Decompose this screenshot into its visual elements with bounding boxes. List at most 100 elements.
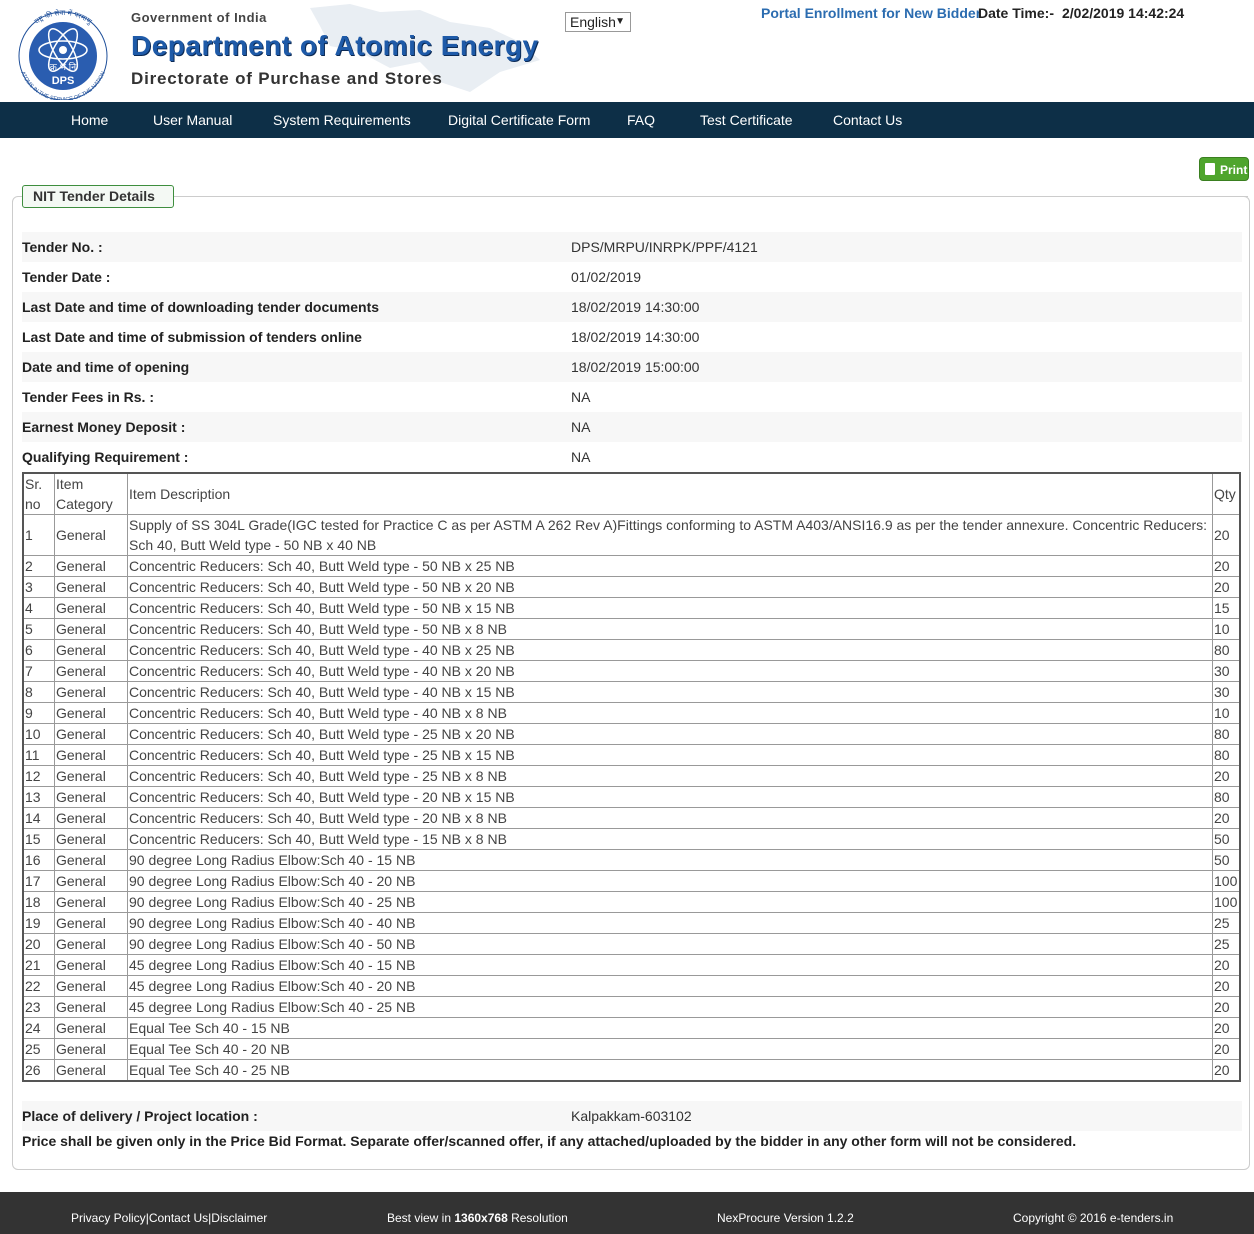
chevron-down-icon: ▼ (615, 16, 625, 27)
detail-label: Earnest Money Deposit : (22, 419, 186, 435)
delivery-label: Place of delivery / Project location : (22, 1108, 258, 1124)
cell-qty: 20 (1212, 996, 1241, 1018)
cell-item-description: Concentric Reducers: Sch 40, Butt Weld t… (127, 807, 1213, 829)
table-row: 24 General Equal Tee Sch 40 - 15 NB 20 (22, 1017, 1241, 1039)
cell-item-description: Equal Tee Sch 40 - 20 NB (127, 1038, 1213, 1060)
cell-sr-no: 5 (22, 618, 55, 640)
cell-sr-no: 15 (22, 828, 55, 850)
dps-logo-icon: क्र भं नि DPS राष्ट्र की सेवा में परमाणु… (18, 8, 108, 100)
table-row: 17 General 90 degree Long Radius Elbow:Sch… (22, 870, 1241, 892)
nav-faq[interactable]: FAQ (627, 102, 655, 138)
cell-item-description: Concentric Reducers: Sch 40, Butt Weld t… (127, 681, 1213, 703)
table-row: 7 General Concentric Reducers: Sch 40, But… (22, 660, 1241, 682)
cell-item-description: Concentric Reducers: Sch 40, Butt Weld t… (127, 660, 1213, 682)
detail-value: NA (571, 449, 591, 465)
government-of-india-label: Government of India (131, 10, 267, 25)
cell-sr-no: 10 (22, 723, 55, 745)
cell-item-category: General (54, 765, 128, 787)
table-row: 20 General 90 degree Long Radius Elbow:Sch… (22, 933, 1241, 955)
table-row: 19 General 90 degree Long Radius Elbow:Sch… (22, 912, 1241, 934)
detail-row: Date and time of opening 18/02/2019 15:0… (22, 352, 1242, 382)
cell-sr-no: 14 (22, 807, 55, 829)
cell-item-category: General (54, 555, 128, 577)
main-nav: Home User Manual System Requirements Dig… (0, 102, 1254, 138)
cell-item-description: Concentric Reducers: Sch 40, Butt Weld t… (127, 597, 1213, 619)
cell-qty: 100 (1212, 870, 1241, 892)
cell-sr-no: 19 (22, 912, 55, 934)
datetime-label: Date Time:- (978, 5, 1054, 21)
table-row: 21 General 45 degree Long Radius Elbow:Sch… (22, 954, 1241, 976)
cell-sr-no: 8 (22, 681, 55, 703)
table-header-row: Sr. no Item Category Item Description Qt… (22, 472, 1241, 515)
cell-qty: 80 (1212, 744, 1241, 766)
footer-contact-us-link[interactable]: Contact Us (149, 1211, 208, 1225)
print-label: Print (1220, 163, 1248, 177)
table-row: 13 General Concentric Reducers: Sch 40, Bu… (22, 786, 1241, 808)
detail-label: Qualifying Requirement : (22, 449, 189, 465)
cell-sr-no: 12 (22, 765, 55, 787)
detail-row: Tender Date : 01/02/2019 (22, 262, 1242, 292)
nav-home[interactable]: Home (71, 102, 108, 138)
cell-item-category: General (54, 870, 128, 892)
nav-digital-certificate-form[interactable]: Digital Certificate Form (448, 102, 590, 138)
cell-item-category: General (54, 786, 128, 808)
print-button[interactable]: Print (1199, 157, 1249, 181)
detail-row: Last Date and time of downloading tender… (22, 292, 1242, 322)
cell-sr-no: 2 (22, 555, 55, 577)
cell-qty: 10 (1212, 618, 1241, 640)
cell-item-description: 90 degree Long Radius Elbow:Sch 40 - 20 … (127, 870, 1213, 892)
best-view-text: Best view in 1360x768 Resolution (387, 1211, 568, 1225)
cell-qty: 80 (1212, 723, 1241, 745)
detail-label: Last Date and time of submission of tend… (22, 329, 362, 345)
cell-qty: 25 (1212, 933, 1241, 955)
table-row: 16 General 90 degree Long Radius Elbow:Sch… (22, 849, 1241, 871)
privacy-policy-link[interactable]: Privacy Policy (71, 1211, 146, 1225)
cell-item-category: General (54, 576, 128, 598)
cell-item-description: 90 degree Long Radius Elbow:Sch 40 - 15 … (127, 849, 1213, 871)
table-row: 6 General Concentric Reducers: Sch 40, But… (22, 639, 1241, 661)
best-view-prefix: Best view in (387, 1211, 455, 1225)
nav-system-requirements[interactable]: System Requirements (273, 102, 411, 138)
cell-item-description: 90 degree Long Radius Elbow:Sch 40 - 50 … (127, 933, 1213, 955)
copyright-text: Copyright © 2016 e-tenders.in (1013, 1211, 1174, 1225)
disclaimer-link[interactable]: Disclaimer (211, 1211, 267, 1225)
detail-label: Tender No. : (22, 239, 103, 255)
cell-qty: 10 (1212, 702, 1241, 724)
cell-item-description: 45 degree Long Radius Elbow:Sch 40 - 20 … (127, 975, 1213, 997)
table-row: 10 General Concentric Reducers: Sch 40, Bu… (22, 723, 1241, 745)
portal-enrollment-link[interactable]: Portal Enrollment for New Bidder (761, 5, 981, 21)
version-text: NexProcure Version 1.2.2 (717, 1211, 854, 1225)
cell-qty: 30 (1212, 660, 1241, 682)
cell-sr-no: 20 (22, 933, 55, 955)
cell-qty: 20 (1212, 555, 1241, 577)
nav-user-manual[interactable]: User Manual (153, 102, 232, 138)
cell-item-category: General (54, 660, 128, 682)
cell-item-description: Concentric Reducers: Sch 40, Butt Weld t… (127, 618, 1213, 640)
department-title: Department of Atomic Energy (131, 30, 539, 61)
cell-item-category: General (54, 702, 128, 724)
cell-item-category: General (54, 933, 128, 955)
cell-qty: 20 (1212, 1059, 1241, 1082)
table-row: 1 General Supply of SS 304L Grade(IGC test… (22, 514, 1241, 556)
cell-sr-no: 16 (22, 849, 55, 871)
cell-qty: 100 (1212, 891, 1241, 913)
cell-item-description: Concentric Reducers: Sch 40, Butt Weld t… (127, 828, 1213, 850)
table-row: 12 General Concentric Reducers: Sch 40, Bu… (22, 765, 1241, 787)
cell-sr-no: 11 (22, 744, 55, 766)
cell-item-description: 45 degree Long Radius Elbow:Sch 40 - 25 … (127, 996, 1213, 1018)
cell-item-category: General (54, 597, 128, 619)
nav-test-certificate[interactable]: Test Certificate (700, 102, 793, 138)
cell-sr-no: 24 (22, 1017, 55, 1039)
nav-contact-us[interactable]: Contact Us (833, 102, 902, 138)
cell-item-category: General (54, 849, 128, 871)
table-row: 15 General Concentric Reducers: Sch 40, Bu… (22, 828, 1241, 850)
detail-value: 18/02/2019 14:30:00 (571, 329, 700, 345)
cell-item-category: General (54, 639, 128, 661)
table-row: 22 General 45 degree Long Radius Elbow:Sch… (22, 975, 1241, 997)
cell-item-category: General (54, 1059, 128, 1082)
cell-item-category: General (54, 954, 128, 976)
cell-sr-no: 3 (22, 576, 55, 598)
directorate-subtitle: Directorate of Purchase and Stores (131, 69, 443, 88)
header-item-description: Item Description (127, 472, 1213, 515)
language-select[interactable]: English ▼ (565, 12, 631, 32)
